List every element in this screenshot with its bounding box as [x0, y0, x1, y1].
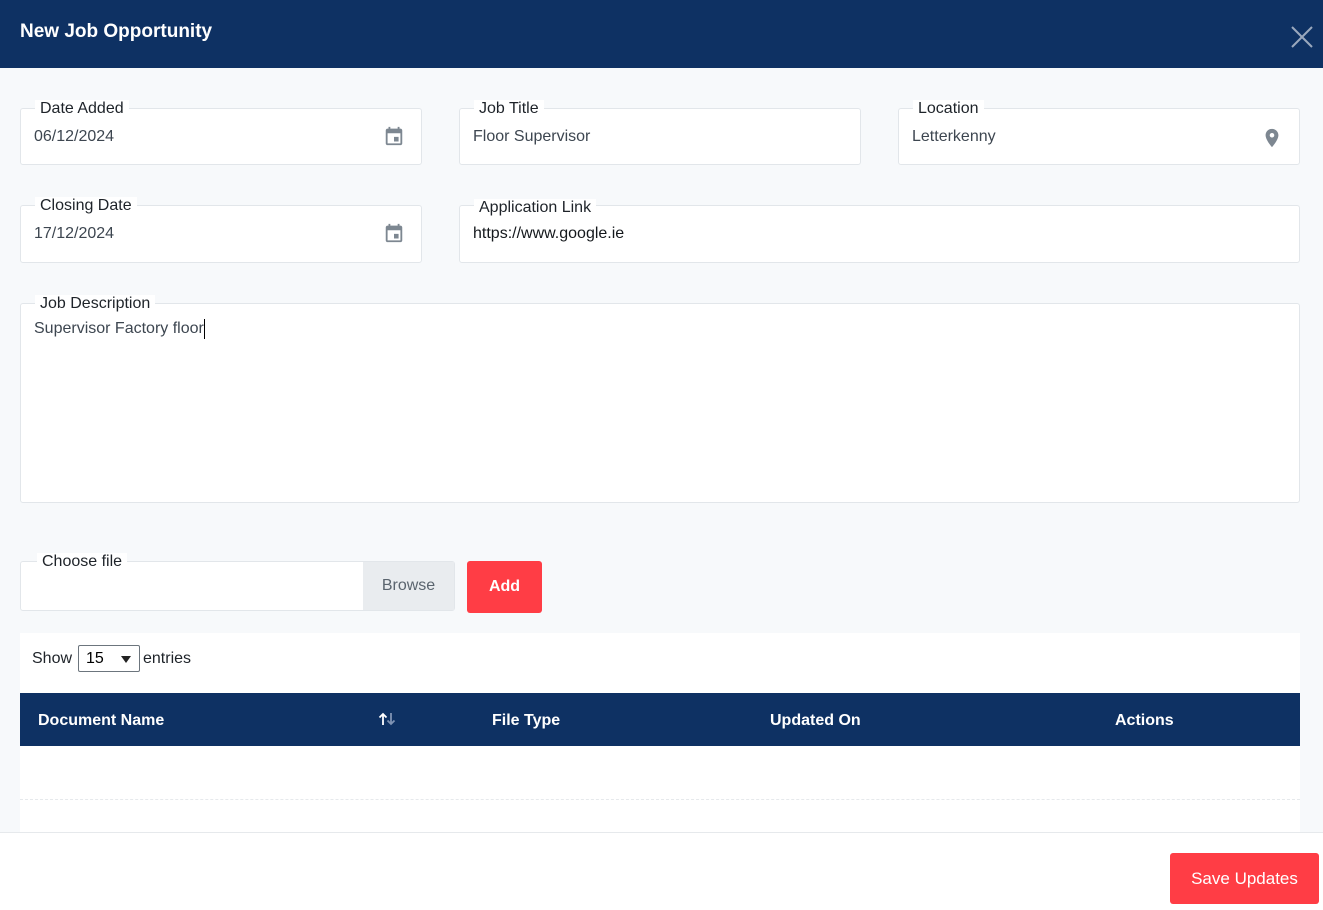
- text-cursor: [203, 319, 205, 339]
- page-size-value: 15: [86, 650, 104, 667]
- date-added-label: Date Added: [35, 100, 129, 118]
- sort-icon[interactable]: [378, 711, 398, 727]
- job-description-field[interactable]: Job Description Supervisor Factory floor: [20, 295, 1300, 503]
- location-field[interactable]: Location Letterkenny: [898, 100, 1300, 165]
- show-label: Show: [32, 650, 73, 667]
- calendar-icon[interactable]: [383, 222, 405, 244]
- entries-label: entries: [143, 650, 192, 667]
- add-button[interactable]: Add: [467, 561, 542, 613]
- closing-date-value: 17/12/2024: [34, 225, 115, 242]
- job-description-label: Job Description: [35, 295, 156, 313]
- column-updated-on[interactable]: Updated On: [770, 711, 861, 731]
- browse-button[interactable]: Browse: [363, 562, 454, 610]
- map-pin-icon: [1265, 128, 1279, 148]
- modal-title: New Job Opportunity: [20, 21, 213, 42]
- choose-file-label: Choose file: [37, 553, 128, 571]
- job-description-text: Supervisor Factory floor: [34, 320, 204, 338]
- column-document-name[interactable]: Document Name: [38, 711, 164, 731]
- location-value: Letterkenny: [912, 128, 996, 145]
- date-added-value: 06/12/2024: [34, 128, 115, 145]
- table-header: Document Name File Type Updated On Actio…: [20, 693, 1300, 746]
- job-title-value: Floor Supervisor: [473, 128, 591, 145]
- column-file-type[interactable]: File Type: [492, 711, 560, 731]
- documents-table: Show 15 entries Document Name File Type …: [20, 633, 1300, 833]
- dropdown-arrow-icon: [121, 656, 131, 663]
- date-added-field[interactable]: Date Added 06/12/2024: [20, 100, 422, 165]
- close-icon[interactable]: [1289, 24, 1315, 50]
- application-link-field[interactable]: Application Link https://www.google.ie: [459, 199, 1300, 263]
- column-actions[interactable]: Actions: [1115, 711, 1174, 731]
- modal-body: Date Added 06/12/2024 Job Title Floor Su…: [0, 68, 1323, 833]
- calendar-icon[interactable]: [383, 125, 405, 147]
- closing-date-field[interactable]: Closing Date 17/12/2024: [20, 197, 422, 263]
- new-job-modal: New Job Opportunity Date Added 06/12/202…: [0, 0, 1323, 910]
- closing-date-label: Closing Date: [35, 197, 137, 215]
- job-title-field[interactable]: Job Title Floor Supervisor: [459, 100, 861, 165]
- table-row-divider: [20, 799, 1300, 800]
- modal-header: New Job Opportunity: [0, 0, 1323, 68]
- job-description-value: Supervisor Factory floor: [34, 319, 205, 339]
- location-label: Location: [913, 100, 984, 118]
- modal-footer: Save Updates: [0, 832, 1323, 910]
- application-link-value: https://www.google.ie: [473, 225, 625, 242]
- save-updates-button[interactable]: Save Updates: [1170, 853, 1319, 904]
- choose-file-field[interactable]: Choose file Browse: [20, 553, 455, 611]
- page-size-select[interactable]: 15: [78, 645, 140, 672]
- application-link-label: Application Link: [474, 199, 597, 217]
- job-title-label: Job Title: [474, 100, 544, 118]
